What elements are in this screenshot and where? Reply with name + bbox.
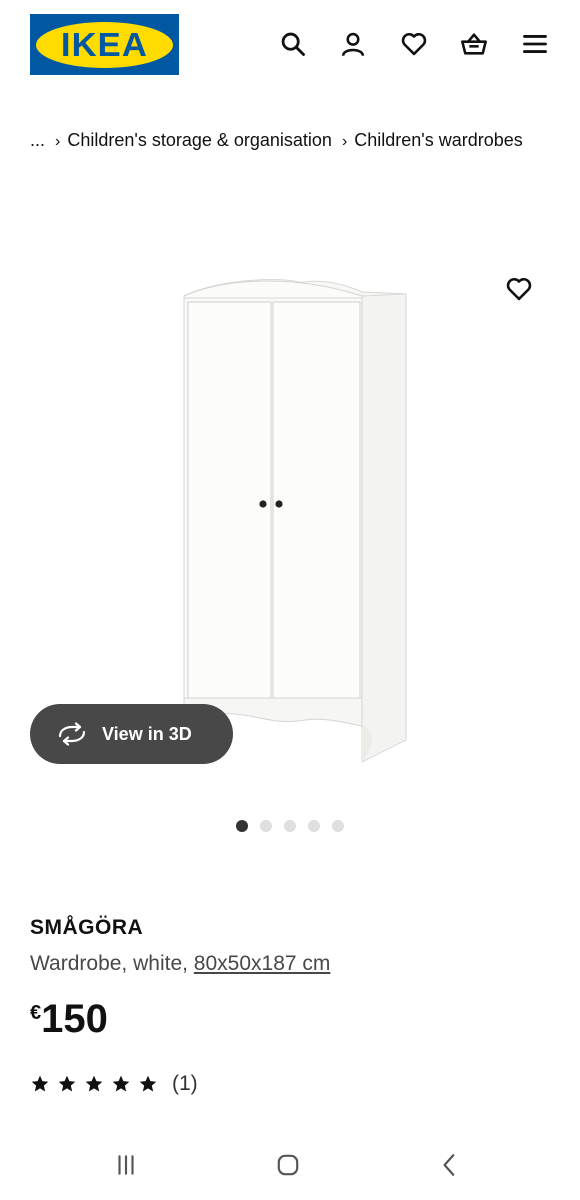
price-amount: 150 — [41, 997, 108, 1041]
chevron-right-icon: › — [341, 133, 348, 150]
breadcrumb-ellipsis[interactable]: ... — [30, 130, 45, 150]
view-in-3d-button[interactable]: View in 3D — [30, 704, 233, 764]
product-type: Wardrobe, white, — [30, 952, 194, 975]
system-navigation-bar — [0, 1130, 580, 1200]
product-dimensions-link[interactable]: 80x50x187 cm — [194, 952, 331, 975]
logo-oval: IKEA — [36, 21, 173, 68]
star-icon — [112, 1075, 130, 1092]
price-currency: € — [30, 1002, 42, 1024]
product-name: SMÅGÖRA — [30, 916, 144, 939]
rating-stars — [30, 1074, 158, 1094]
ikea-logo[interactable]: IKEA — [30, 14, 179, 75]
heart-icon — [506, 277, 532, 301]
carousel-dot[interactable] — [236, 820, 248, 832]
star-icon — [139, 1075, 157, 1092]
carousel-dot[interactable] — [332, 820, 344, 832]
search-icon[interactable] — [277, 28, 309, 60]
chevron-right-icon: › — [55, 133, 61, 150]
product-description: Wardrobe, white, 80x50x187 cm — [30, 952, 330, 976]
logo-text: IKEA — [61, 25, 148, 63]
rating-count: (1) — [172, 1072, 198, 1095]
account-icon[interactable] — [337, 28, 369, 60]
top-header: IKEA — [0, 0, 580, 90]
carousel-dot[interactable] — [308, 820, 320, 832]
carousel-indicators — [0, 820, 580, 832]
heart-icon[interactable] — [398, 28, 430, 60]
star-icon — [58, 1075, 76, 1092]
product-image-gallery[interactable]: View in 3D — [0, 220, 580, 820]
home-icon[interactable] — [268, 1150, 308, 1180]
add-to-favourites-button[interactable] — [498, 268, 540, 310]
product-rating[interactable]: (1) — [30, 1072, 198, 1096]
star-icon — [31, 1075, 49, 1092]
breadcrumb-item-childrens-storage[interactable]: Children's storage & organisation — [67, 130, 332, 150]
carousel-dot[interactable] — [260, 820, 272, 832]
product-price: €150 — [30, 996, 108, 1042]
star-icon — [85, 1075, 103, 1092]
breadcrumb: ... › Children's storage & organisation › Ch… — [30, 124, 550, 158]
back-icon[interactable] — [430, 1150, 470, 1180]
view-in-3d-label: View in 3D — [102, 723, 192, 744]
basket-icon[interactable] — [458, 28, 490, 60]
recent-apps-icon[interactable] — [106, 1150, 146, 1180]
breadcrumb-item-childrens-wardrobes[interactable]: Children's wardrobes — [354, 130, 523, 150]
menu-icon[interactable] — [519, 28, 551, 60]
rotate-3d-icon — [58, 722, 86, 746]
carousel-dot[interactable] — [284, 820, 296, 832]
